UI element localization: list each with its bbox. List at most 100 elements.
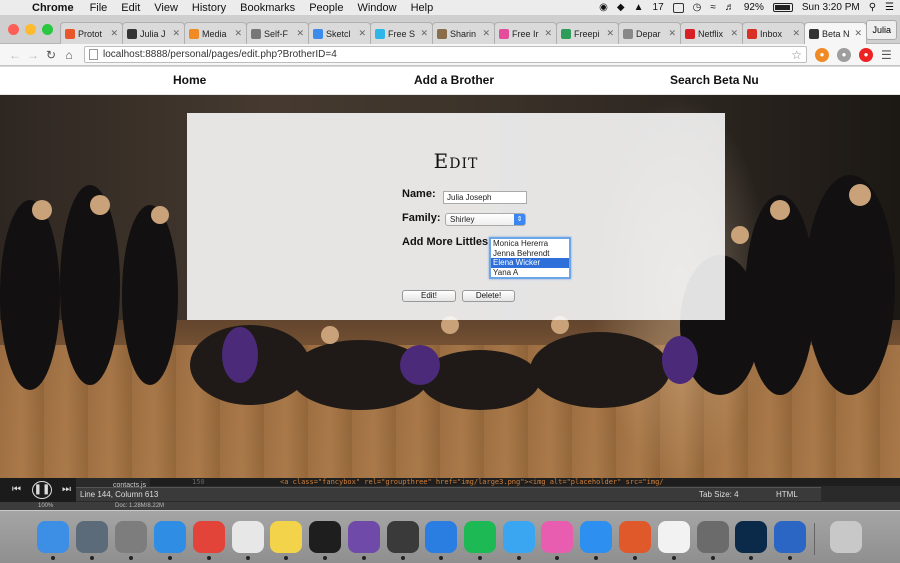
chrome-icon[interactable] <box>193 521 225 560</box>
window-status-icon[interactable] <box>672 2 684 13</box>
tab-close-icon[interactable]: ✕ <box>792 28 800 39</box>
littles-listbox[interactable]: Monica Hererra Jenna Behrendt Elena Wicker… <box>489 237 571 279</box>
notification-center-icon[interactable]: ☰ <box>885 2 894 13</box>
zoom-window-icon[interactable] <box>42 24 53 35</box>
address-url[interactable]: localhost:8888/personal/pages/edit.php?B… <box>103 49 791 60</box>
minimize-window-icon[interactable] <box>25 24 36 35</box>
close-window-icon[interactable] <box>8 24 19 35</box>
evernote-status-icon[interactable]: ◉ <box>599 2 608 13</box>
tab-close-icon[interactable]: ✕ <box>854 28 862 39</box>
bookmark-star-icon[interactable]: ☆ <box>791 48 802 62</box>
spotify-icon[interactable] <box>464 521 496 560</box>
home-icon[interactable]: ⌂ <box>60 48 78 62</box>
word-icon[interactable] <box>774 521 806 560</box>
menu-bookmarks[interactable]: Bookmarks <box>240 2 295 14</box>
forward-icon[interactable]: → <box>24 48 42 62</box>
tab-size[interactable]: Tab Size: 4 <box>699 488 739 501</box>
tab-close-icon[interactable]: ✕ <box>606 28 614 39</box>
nav-search-link[interactable]: Search Beta Nu <box>670 73 759 87</box>
slack-icon[interactable] <box>232 521 264 560</box>
select-arrows-icon[interactable]: ⇕ <box>514 214 525 225</box>
littles-option[interactable]: Yana A <box>491 268 569 278</box>
reload-icon[interactable]: ↻ <box>42 48 60 62</box>
tab-close-icon[interactable]: ✕ <box>358 28 366 39</box>
sublime-text-icon[interactable] <box>387 521 419 560</box>
littles-option[interactable]: Jenna Behrendt <box>491 249 569 259</box>
photos-icon[interactable] <box>658 521 690 560</box>
next-track-icon[interactable]: ⏭ <box>62 484 71 495</box>
stickies-icon[interactable] <box>270 521 302 560</box>
nav-add-brother-link[interactable]: Add a Brother <box>414 73 494 87</box>
browser-tab[interactable]: Sharin ✕ <box>432 22 495 44</box>
spotlight-icon[interactable]: ⚲ <box>869 2 876 13</box>
menu-edit[interactable]: Edit <box>121 2 140 14</box>
browser-tab[interactable]: Inbox ✕ <box>742 22 805 44</box>
syntax-language[interactable]: HTML <box>776 488 798 501</box>
browser-tab[interactable]: Media ✕ <box>184 22 247 44</box>
name-input[interactable]: Julia Joseph <box>443 191 527 204</box>
menu-window[interactable]: Window <box>357 2 396 14</box>
messages-icon[interactable] <box>503 521 535 560</box>
file-tab[interactable]: contacts.js <box>113 479 146 492</box>
system-preferences-icon[interactable] <box>115 521 147 560</box>
tab-close-icon[interactable]: ✕ <box>668 28 676 39</box>
browser-tab[interactable]: Sketcl ✕ <box>308 22 371 44</box>
terminal-icon[interactable] <box>309 521 341 560</box>
browser-tab[interactable]: Protot ✕ <box>60 22 123 44</box>
profile-button[interactable]: Julia <box>866 20 897 40</box>
address-bar[interactable]: localhost:8888/personal/pages/edit.php?B… <box>84 46 807 63</box>
safari-icon[interactable] <box>154 521 186 560</box>
browser-tab[interactable]: Netflix ✕ <box>680 22 743 44</box>
battery-icon[interactable] <box>772 3 793 12</box>
browser-tab[interactable]: Depar ✕ <box>618 22 681 44</box>
menu-people[interactable]: People <box>309 2 343 14</box>
itunes-icon[interactable] <box>541 521 573 560</box>
previous-track-icon[interactable]: ⏮ <box>12 484 21 495</box>
time-machine-icon[interactable]: ◷ <box>693 2 702 13</box>
browser-tab[interactable]: Free Ir ✕ <box>494 22 557 44</box>
app-store-icon[interactable] <box>580 521 612 560</box>
tab-close-icon[interactable]: ✕ <box>296 28 304 39</box>
menu-help[interactable]: Help <box>411 2 434 14</box>
extension-lightbulb-icon[interactable]: ● <box>837 47 851 62</box>
tab-close-icon[interactable]: ✕ <box>420 28 428 39</box>
notification-status-icon[interactable]: ▲ <box>634 2 644 13</box>
browser-tab[interactable]: Julia J ✕ <box>122 22 185 44</box>
menu-file[interactable]: File <box>90 2 108 14</box>
tab-close-icon[interactable]: ✕ <box>730 28 738 39</box>
tab-close-icon[interactable]: ✕ <box>172 28 180 39</box>
dropbox-status-icon[interactable]: ◆ <box>617 2 625 13</box>
menu-clock[interactable]: Sun 3:20 PM <box>802 2 860 13</box>
menu-history[interactable]: History <box>192 2 226 14</box>
browser-tab[interactable]: Self-F ✕ <box>246 22 309 44</box>
menu-view[interactable]: View <box>154 2 178 14</box>
xcode-icon[interactable] <box>425 521 457 560</box>
littles-option[interactable]: Elena Wicker <box>491 258 569 268</box>
volume-icon[interactable]: ♬ <box>725 2 735 13</box>
browser-tab[interactable]: Freepi ✕ <box>556 22 619 44</box>
chrome-menu-icon[interactable]: ☰ <box>881 48 892 62</box>
edit-button[interactable]: Edit! <box>402 290 456 302</box>
nav-home-link[interactable]: Home <box>173 73 206 87</box>
delete-button[interactable]: Delete! <box>462 290 515 302</box>
github-desktop-icon[interactable] <box>348 521 380 560</box>
powerpoint-icon[interactable] <box>619 521 651 560</box>
trash-icon[interactable] <box>830 521 862 553</box>
family-select[interactable]: Shirley ⇕ <box>445 213 526 226</box>
wifi-icon[interactable]: ≈ <box>710 2 716 13</box>
tab-close-icon[interactable]: ✕ <box>234 28 242 39</box>
browser-tab[interactable]: Beta N ✕ <box>804 22 867 44</box>
browser-tab[interactable]: Free S ✕ <box>370 22 433 44</box>
back-icon[interactable]: ← <box>6 48 24 62</box>
tab-close-icon[interactable]: ✕ <box>482 28 490 39</box>
launchpad-icon[interactable] <box>76 521 108 560</box>
extension-fox-icon[interactable]: ● <box>815 47 829 62</box>
tab-close-icon[interactable]: ✕ <box>110 28 118 39</box>
finder-icon[interactable] <box>37 521 69 560</box>
evernote-icon[interactable] <box>697 521 729 560</box>
littles-option[interactable]: Monica Hererra <box>491 239 569 249</box>
photoshop-icon[interactable] <box>735 521 767 560</box>
extension-adblock-icon[interactable]: ● <box>859 47 873 62</box>
tab-close-icon[interactable]: ✕ <box>544 28 552 39</box>
menu-app-name[interactable]: Chrome <box>32 2 74 14</box>
